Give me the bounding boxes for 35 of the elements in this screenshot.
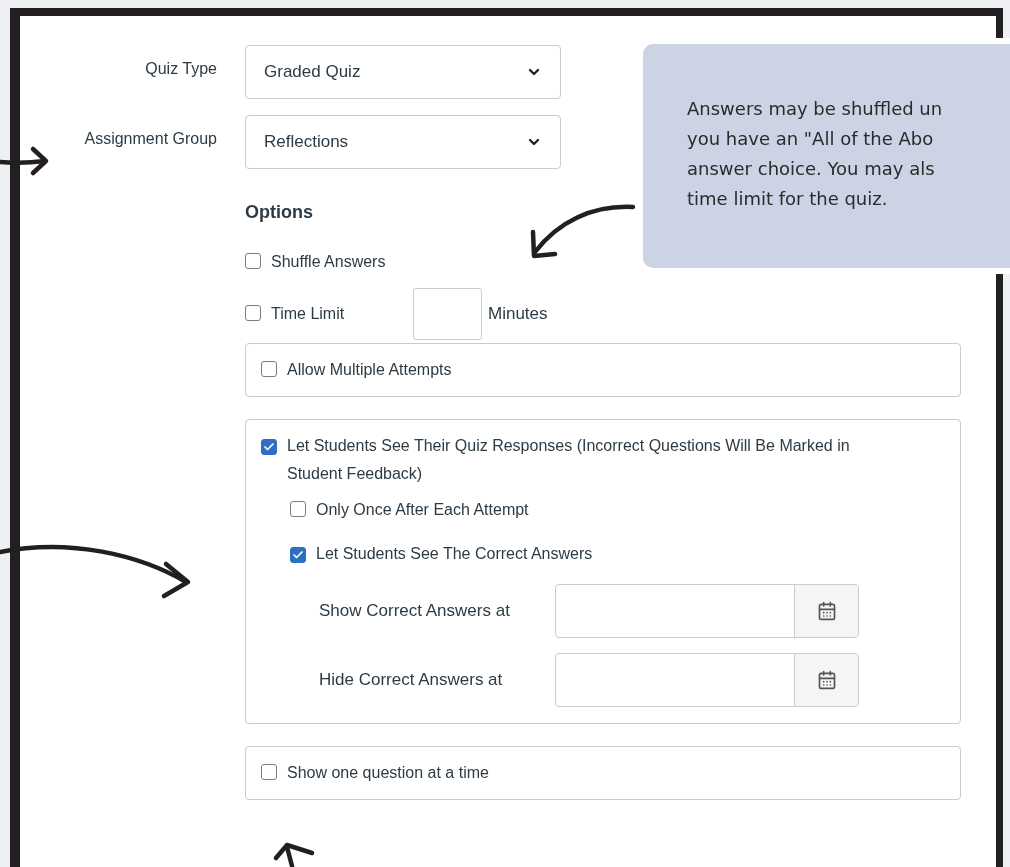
checkbox[interactable] [261, 764, 277, 780]
unit-label: Minutes [488, 303, 548, 326]
checkbox[interactable] [290, 501, 306, 517]
minutes-input[interactable] [413, 288, 482, 340]
checkbox-label: Let Students See The Correct Answers [316, 544, 593, 564]
checkbox-label: Show one question at a time [287, 763, 489, 783]
checkbox[interactable] [245, 253, 261, 269]
dropdown-select[interactable]: Reflections [245, 115, 561, 169]
checkbox[interactable] [261, 361, 277, 377]
checkbox[interactable] [290, 547, 306, 563]
section-heading: Options [245, 201, 313, 224]
field-label: Hide Correct Answers at [319, 669, 504, 692]
field-label: Show Correct Answers at [319, 600, 511, 623]
field-label: Assignment Group [83, 129, 217, 149]
callout-text: Answers may be shuffled un [687, 97, 944, 121]
check-icon [292, 549, 304, 561]
checkbox-label: Allow Multiple Attempts [287, 360, 452, 380]
checkbox[interactable] [261, 439, 277, 455]
checkbox-label: Shuffle Answers [271, 252, 386, 272]
date-input-field[interactable] [555, 584, 859, 638]
calendar-button[interactable] [794, 585, 858, 637]
calendar-icon [816, 601, 837, 621]
checkbox-label: Time Limit [271, 304, 345, 324]
checkbox-label: Let Students See Their Quiz Responses (Incorrect Questions Will Be Marked in Student Feedback) [287, 436, 851, 484]
date-input-field[interactable] [555, 653, 859, 707]
calendar-icon [816, 670, 837, 690]
calendar-button[interactable] [794, 654, 858, 706]
callout-text: you have an "All of the Abo [687, 127, 935, 151]
callout-text: answer choice. You may als [687, 157, 936, 181]
callout-text: time limit for the quiz. [687, 187, 889, 211]
checkbox-label: Only Once After Each Attempt [316, 500, 529, 520]
field-label: Quiz Type [144, 59, 217, 79]
checkbox[interactable] [245, 305, 261, 321]
dropdown-select[interactable]: Graded Quiz [245, 45, 561, 99]
check-icon [263, 441, 275, 453]
